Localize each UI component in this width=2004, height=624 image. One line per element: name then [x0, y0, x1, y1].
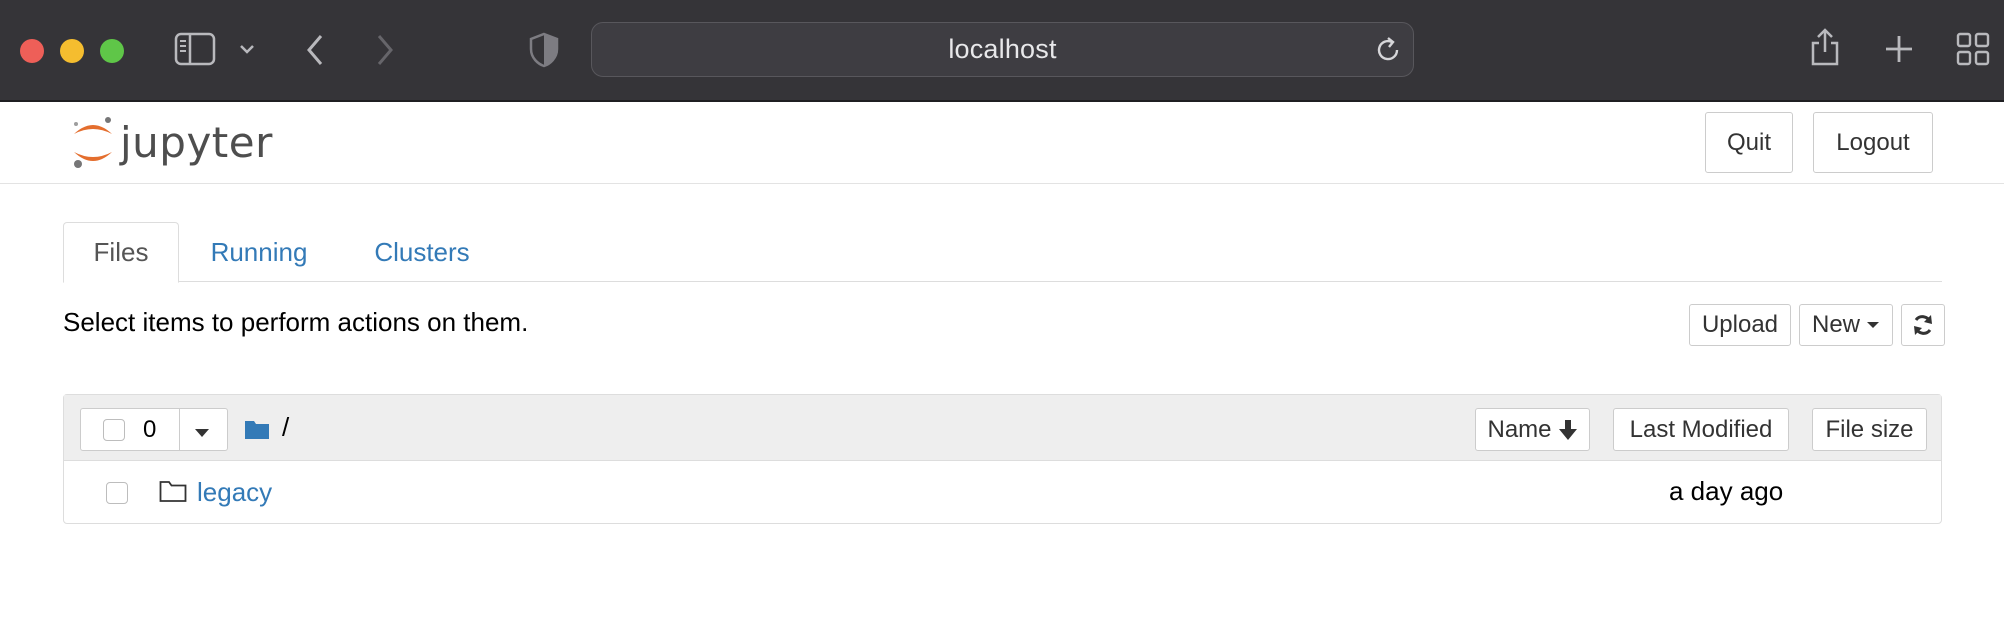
quit-button[interactable]: Quit: [1705, 112, 1793, 173]
logout-button[interactable]: Logout: [1813, 112, 1933, 173]
caret-down-icon: [1867, 322, 1879, 328]
tab-files[interactable]: Files: [63, 222, 179, 283]
item-checkbox[interactable]: [106, 482, 128, 504]
shield-icon[interactable]: [528, 32, 560, 68]
jupyter-header: jupyter Quit Logout: [0, 102, 2004, 184]
close-window-button[interactable]: [20, 39, 44, 63]
tab-running[interactable]: Running: [199, 222, 319, 283]
item-modified: a day ago: [1669, 476, 1784, 506]
selected-count: 0: [143, 416, 157, 443]
folder-icon[interactable]: [244, 418, 270, 440]
sort-name-label: Name: [1487, 415, 1552, 443]
selection-hint: Select items to perform actions on them.: [63, 307, 529, 337]
url-text: localhost: [948, 34, 1057, 64]
tab-clusters[interactable]: Clusters: [357, 222, 487, 283]
sort-by-size-button[interactable]: File size: [1812, 408, 1927, 451]
folder-icon: [159, 479, 187, 508]
sort-by-name-button[interactable]: Name: [1475, 408, 1590, 451]
address-bar[interactable]: localhost: [591, 22, 1414, 77]
jupyter-logo-icon: [74, 117, 112, 168]
new-tab-icon[interactable]: [1884, 34, 1914, 64]
list-item[interactable]: legacy a day ago: [64, 461, 1941, 523]
logo-text: jupyter: [120, 117, 273, 167]
select-all-checkbox[interactable]: [103, 419, 125, 441]
forward-icon[interactable]: [374, 33, 396, 67]
refresh-icon: [1914, 315, 1932, 335]
tab-overview-icon[interactable]: [1956, 32, 1990, 66]
select-all-group: 0: [80, 408, 228, 451]
share-icon[interactable]: [1809, 26, 1841, 68]
back-icon[interactable]: [304, 33, 326, 67]
refresh-button[interactable]: [1901, 304, 1945, 346]
chevron-down-icon[interactable]: [238, 42, 256, 56]
select-menu-caret-icon[interactable]: [194, 425, 210, 443]
divider: [179, 409, 180, 450]
zoom-window-button[interactable]: [100, 39, 124, 63]
new-label: New: [1811, 311, 1860, 338]
upload-button[interactable]: Upload: [1689, 304, 1791, 346]
minimize-window-button[interactable]: [60, 39, 84, 63]
file-list: 0 / Name Last Modified File size legacy …: [63, 394, 1942, 524]
breadcrumb: /: [244, 412, 289, 443]
reload-icon[interactable]: [1373, 35, 1403, 70]
item-name-link[interactable]: legacy: [197, 477, 272, 508]
breadcrumb-root[interactable]: /: [282, 412, 289, 443]
jupyter-logo[interactable]: jupyter: [70, 114, 273, 170]
tab-bar: Files Running Clusters: [63, 222, 1942, 283]
sidebar-toggle-icon[interactable]: [174, 32, 216, 66]
new-dropdown-button[interactable]: New: [1799, 304, 1893, 346]
file-list-header: 0 / Name Last Modified File size: [64, 395, 1941, 461]
browser-toolbar: localhost: [0, 0, 2004, 102]
arrow-down-icon: [1558, 419, 1577, 440]
sort-by-modified-button[interactable]: Last Modified: [1613, 408, 1789, 451]
